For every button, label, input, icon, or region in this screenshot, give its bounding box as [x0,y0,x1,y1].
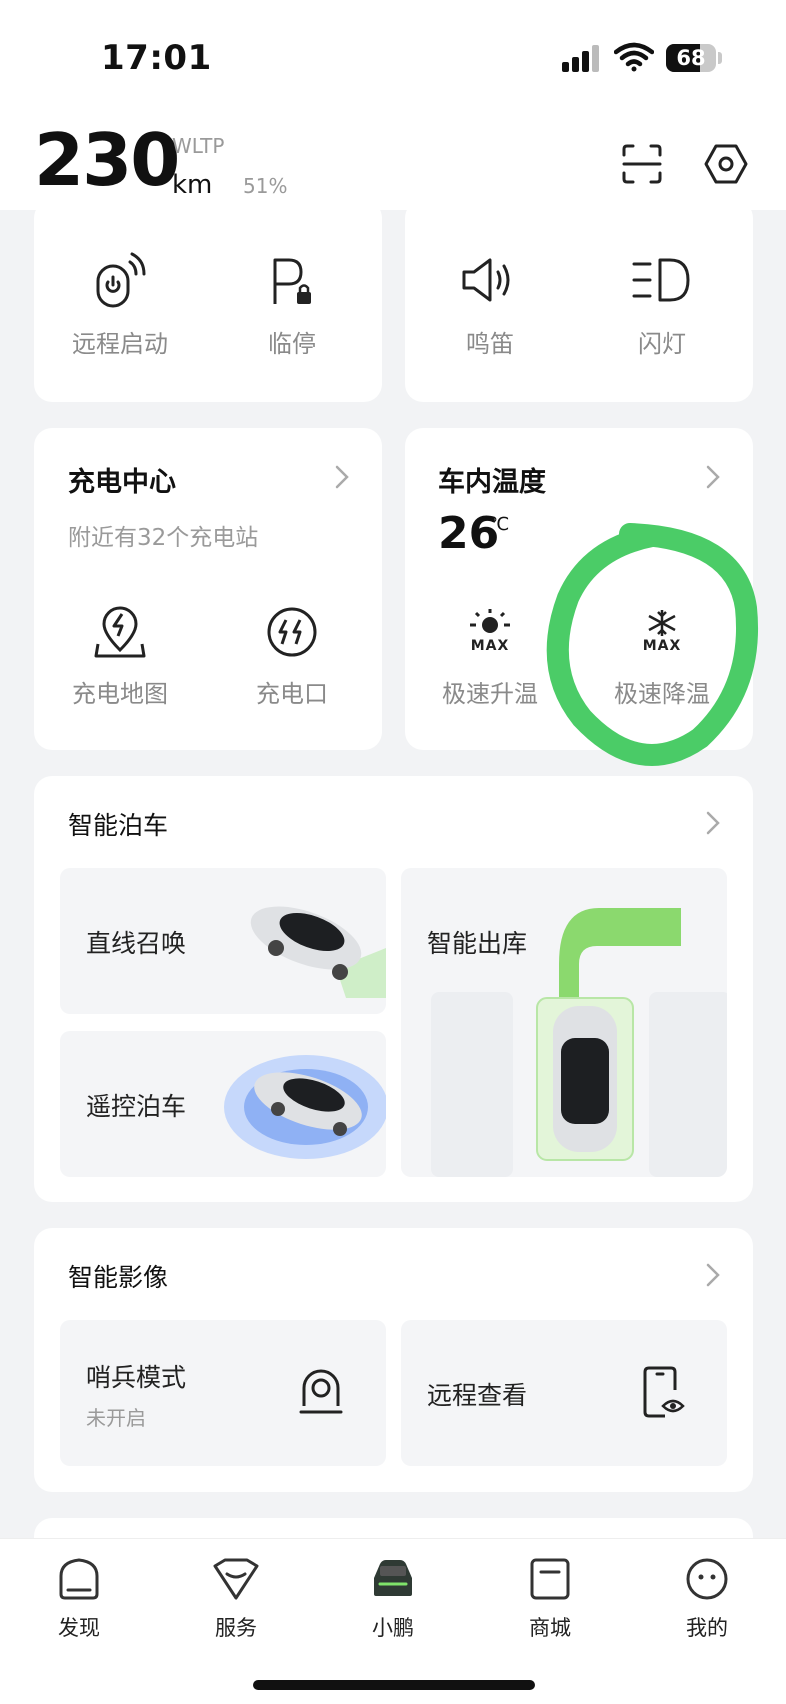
horn-button[interactable]: 鸣笛 [430,250,550,359]
remote-start-icon [96,252,146,308]
smart-parking-title: 智能泊车 [68,811,169,840]
sentry-camera-icon [299,1369,343,1414]
smart-imaging-title: 智能影像 [68,1263,169,1292]
service-shield-icon [213,1558,259,1600]
flash-lights-button[interactable]: 闪灯 [602,250,722,359]
chevron-right-icon[interactable] [703,462,723,492]
parking-label: 临停 [268,330,316,358]
charging-center-title: 充电中心 [68,467,176,498]
hexagon-settings-icon [704,144,748,184]
settings-button[interactable] [702,140,750,188]
nav-me-label: 我的 [686,1616,728,1640]
nav-service-label: 服务 [215,1616,257,1640]
scan-button[interactable] [618,140,666,188]
remote-start-button[interactable]: 远程启动 [60,250,180,359]
flash-lights-label: 闪灯 [638,330,686,358]
cellular-signal-icon [562,44,602,72]
battery-level: 68 [676,46,706,70]
home-indicator[interactable] [253,1680,535,1690]
nav-store-label: 商城 [529,1616,571,1640]
nav-store[interactable]: 商城 [500,1556,600,1642]
battery-icon: 68 [666,44,716,72]
wifi-icon [613,42,655,72]
battery-percent: 51% [243,174,288,198]
max-tag: MAX [470,638,510,654]
remote-view-label: 远程查看 [427,1381,528,1410]
cabin-temperature-unit: ℃ [489,514,510,535]
charging-map-button[interactable]: 充电地图 [60,604,180,709]
nav-xpeng[interactable]: 小鹏 [343,1556,443,1642]
cabin-temperature-title: 车内温度 [438,467,546,498]
discover-icon [59,1558,99,1600]
parking-button[interactable]: 临停 [232,250,352,359]
parking-lock-icon [273,258,311,304]
highlight-annotation [546,523,758,766]
sentry-mode-label: 哨兵模式 [86,1363,187,1392]
horn-label: 鸣笛 [466,330,514,358]
remote-view-tile[interactable]: 远程查看 [401,1320,727,1466]
profile-face-icon [686,1558,728,1600]
charging-port-icon [267,607,317,657]
battery-tip [718,52,722,64]
nav-discover-label: 发现 [58,1616,100,1640]
sentry-mode-tile[interactable]: 哨兵模式 未开启 [60,1320,386,1466]
chevron-right-icon[interactable] [332,462,352,492]
charging-nearby-text: 附近有32个充电站 [68,525,259,551]
horn-speaker-icon [462,258,510,302]
scan-icon [622,144,662,184]
range-value: 230 [34,118,180,202]
status-time: 17:01 [101,38,212,78]
phone-eye-icon [643,1366,685,1418]
rapid-heat-label: 极速升温 [442,680,538,708]
charging-port-button[interactable]: 充电口 [232,604,352,709]
remote-parking-label: 遥控泊车 [86,1092,187,1121]
sentry-mode-status: 未开启 [86,1406,146,1430]
remote-start-label: 远程启动 [72,330,168,358]
smart-exit-tile[interactable]: 智能出库 [401,868,727,1177]
range-unit: km [172,170,213,200]
summon-label: 直线召唤 [86,929,187,958]
charging-map-label: 充电地图 [72,680,168,708]
car-remote-illustration [224,1055,386,1159]
chevron-right-icon[interactable] [703,1260,723,1290]
charging-port-label: 充电口 [256,680,328,708]
nav-xpeng-label: 小鹏 [372,1616,414,1640]
charging-map-icon [94,606,146,658]
car-summon-illustration [250,906,386,998]
sun-heat-icon [470,609,510,633]
car-icon [374,1560,412,1596]
rapid-heat-button[interactable]: MAX 极速升温 [430,608,550,709]
remote-parking-tile[interactable]: 遥控泊车 [60,1031,386,1177]
chevron-right-icon[interactable] [703,808,723,838]
headlight-icon [632,258,690,302]
range-standard: WLTP [172,134,225,158]
nav-discover[interactable]: 发现 [29,1556,129,1642]
store-bag-icon [530,1558,570,1600]
nav-service[interactable]: 服务 [186,1556,286,1642]
car-exit-illustration [431,908,727,1177]
summon-tile[interactable]: 直线召唤 [60,868,386,1014]
nav-me[interactable]: 我的 [657,1556,757,1642]
